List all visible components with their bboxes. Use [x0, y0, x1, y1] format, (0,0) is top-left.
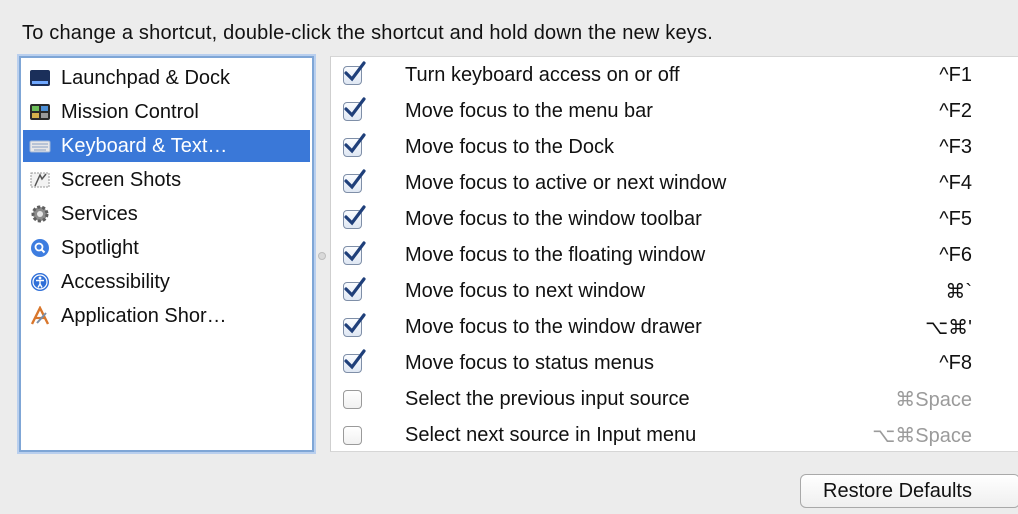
accessibility-icon — [29, 272, 51, 292]
shortcut-label: Move focus to the window drawer — [405, 315, 702, 338]
shortcut-key[interactable]: ^F2 — [939, 100, 972, 123]
category-screen-shots[interactable]: Screen Shots — [23, 164, 310, 196]
category-label: Application Shor… — [61, 304, 227, 327]
category-mission-control[interactable]: Mission Control — [23, 96, 310, 128]
category-keyboard-text[interactable]: Keyboard & Text… — [23, 130, 310, 162]
shortcut-key[interactable]: ^F4 — [939, 172, 972, 195]
shortcut-row[interactable]: Move focus to next window ⌘` — [331, 273, 1018, 309]
shortcut-label: Move focus to the floating window — [405, 243, 706, 266]
shortcut-checkbox[interactable] — [343, 390, 362, 409]
shortcut-row[interactable]: Turn keyboard access on or off ^F1 — [331, 57, 1018, 93]
gear-icon — [29, 204, 51, 224]
shortcut-label: Move focus to next window — [405, 279, 646, 302]
mission-control-icon — [29, 102, 51, 122]
shortcut-row[interactable]: Move focus to active or next window ^F4 — [331, 165, 1018, 201]
shortcut-row[interactable]: Select the previous input source ⌘Space — [331, 381, 1018, 417]
shortcut-key[interactable]: ^F6 — [939, 244, 972, 267]
category-spotlight[interactable]: Spotlight — [23, 232, 310, 264]
shortcut-label: Move focus to the Dock — [405, 135, 614, 158]
category-label: Services — [61, 202, 138, 225]
shortcut-key[interactable]: ⌘` — [945, 279, 972, 304]
shortcut-row[interactable]: Move focus to the menu bar ^F2 — [331, 93, 1018, 129]
shortcut-checkbox[interactable] — [343, 241, 366, 265]
app-store-icon — [29, 305, 51, 326]
category-accessibility[interactable]: Accessibility — [23, 266, 310, 298]
screenshot-icon — [29, 170, 51, 190]
category-label: Screen Shots — [61, 168, 182, 191]
shortcut-key[interactable]: ^F3 — [939, 136, 972, 159]
shortcut-row[interactable]: Move focus to the window drawer ⌥⌘' — [331, 309, 1018, 345]
shortcut-checkbox[interactable] — [343, 349, 366, 373]
launchpad-dock-icon — [29, 68, 51, 88]
shortcut-row[interactable]: Move focus to the Dock ^F3 — [331, 129, 1018, 165]
shortcut-label: Move focus to status menus — [405, 351, 655, 374]
shortcut-checkbox[interactable] — [343, 426, 362, 445]
shortcut-row[interactable]: Move focus to status menus ^F8 — [331, 345, 1018, 381]
shortcut-label: Select next source in Input menu — [405, 423, 697, 446]
split-view-handle[interactable] — [318, 252, 326, 260]
shortcut-list[interactable]: Turn keyboard access on or off ^F1 Move … — [330, 56, 1018, 452]
shortcut-label: Select the previous input source — [405, 387, 690, 410]
shortcut-checkbox[interactable] — [343, 97, 366, 121]
spotlight-search-icon — [29, 238, 51, 258]
shortcut-checkbox[interactable] — [343, 169, 366, 193]
shortcut-key[interactable]: ⌥⌘' — [925, 315, 972, 340]
shortcut-checkbox[interactable] — [343, 313, 366, 337]
category-launchpad-dock[interactable]: Launchpad & Dock — [23, 62, 310, 94]
category-label: Launchpad & Dock — [61, 66, 231, 89]
keyboard-icon — [29, 136, 51, 156]
shortcut-row[interactable]: Select next source in Input menu ⌥⌘Space — [331, 417, 1018, 453]
category-label: Keyboard & Text… — [61, 134, 228, 157]
shortcut-row[interactable]: Move focus to the window toolbar ^F5 — [331, 201, 1018, 237]
shortcut-checkbox[interactable] — [343, 61, 366, 85]
restore-defaults-button[interactable]: Restore Defaults — [800, 474, 1018, 508]
shortcut-label: Move focus to the menu bar — [405, 99, 653, 122]
shortcut-checkbox[interactable] — [343, 133, 366, 157]
shortcut-checkbox[interactable] — [343, 205, 366, 229]
shortcut-key[interactable]: ⌘Space — [895, 387, 972, 412]
category-label: Mission Control — [61, 100, 199, 123]
shortcut-label: Move focus to active or next window — [405, 171, 727, 194]
shortcut-checkbox[interactable] — [343, 277, 366, 301]
category-application-shortcuts[interactable]: Application Shor… — [23, 300, 310, 332]
shortcut-key[interactable]: ⌥⌘Space — [872, 423, 972, 448]
instruction-text: To change a shortcut, double-click the s… — [22, 22, 713, 44]
category-list[interactable]: Launchpad & Dock Mission Control Keyboar… — [19, 56, 314, 452]
shortcut-key[interactable]: ^F8 — [939, 352, 972, 375]
shortcut-label: Turn keyboard access on or off — [405, 63, 680, 86]
category-services[interactable]: Services — [23, 198, 310, 230]
shortcut-label: Move focus to the window toolbar — [405, 207, 702, 230]
shortcut-key[interactable]: ^F5 — [939, 208, 972, 231]
shortcut-row[interactable]: Move focus to the floating window ^F6 — [331, 237, 1018, 273]
shortcut-key[interactable]: ^F1 — [939, 64, 972, 87]
category-label: Accessibility — [61, 270, 170, 293]
category-label: Spotlight — [61, 236, 139, 259]
